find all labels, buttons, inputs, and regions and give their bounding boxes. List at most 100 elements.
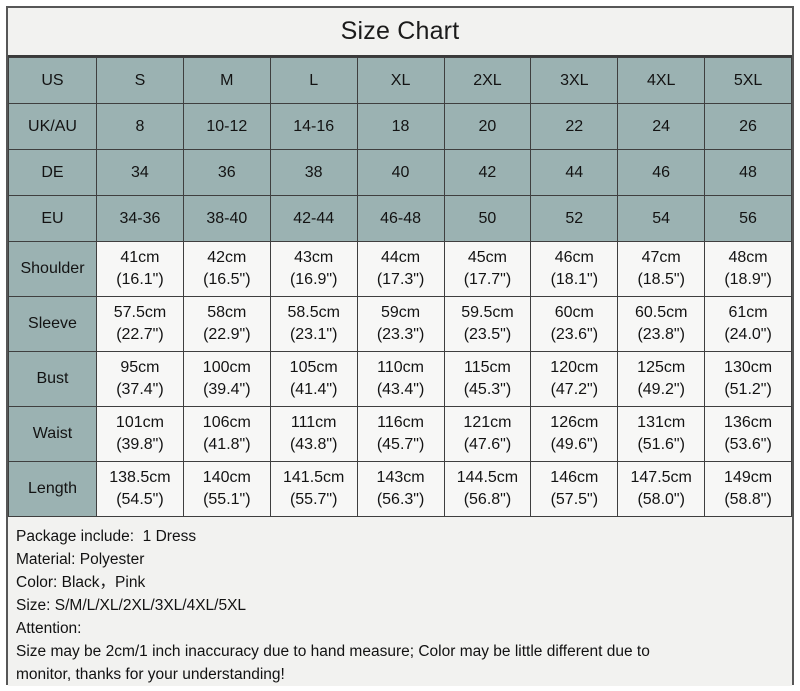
value-cm: 100cm bbox=[202, 359, 251, 377]
value-cm: 136cm bbox=[724, 414, 773, 432]
cell-shoulder-s: 41cm (16.1") bbox=[96, 241, 184, 297]
row-header-sleeve: Sleeve bbox=[8, 296, 97, 352]
value-cm: 120cm bbox=[550, 359, 599, 377]
cell-sleeve-xl: 59cm (23.3") bbox=[356, 296, 445, 352]
size-chart-table: US S M L XL 2XL 3XL 4XL 5XL UK/AU 8 10-1… bbox=[8, 57, 792, 517]
cell-ukau-5xl: 26 bbox=[704, 103, 792, 150]
cell-ukau-2xl: 20 bbox=[443, 103, 532, 150]
value-cm: 147.5cm bbox=[630, 469, 692, 487]
cell-waist-s: 101cm (39.8") bbox=[96, 406, 184, 462]
cell-length-m: 140cm (55.1") bbox=[182, 461, 271, 517]
value-cm: 146cm bbox=[550, 469, 599, 487]
row-header-us: US bbox=[8, 57, 97, 104]
value-inch: (45.7") bbox=[376, 436, 425, 453]
cell-de-xl: 40 bbox=[356, 149, 445, 196]
size-header-m: M bbox=[182, 57, 271, 104]
cell-waist-4xl: 131cm (51.6") bbox=[617, 406, 706, 462]
cell-waist-3xl: 126cm (49.6") bbox=[530, 406, 619, 462]
cell-shoulder-3xl: 46cm (18.1") bbox=[530, 241, 619, 297]
table-row: Length 138.5cm (54.5") 140cm (55.1") 141… bbox=[8, 461, 792, 517]
row-header-eu: EU bbox=[8, 195, 97, 242]
value-cm: 42cm bbox=[207, 249, 247, 267]
value-inch: (23.3") bbox=[376, 326, 425, 343]
row-header-length: Length bbox=[8, 461, 97, 517]
cell-ukau-l: 14-16 bbox=[269, 103, 358, 150]
value-cm: 149cm bbox=[724, 469, 773, 487]
product-notes: Package include: 1 Dress Material: Polye… bbox=[8, 517, 792, 686]
cell-eu-xl: 46-48 bbox=[356, 195, 445, 242]
value-inch: (54.5") bbox=[116, 491, 164, 508]
note-attention-label: Attention: bbox=[16, 620, 82, 637]
page-title: Size Chart bbox=[340, 17, 460, 45]
value-cm: 58.5cm bbox=[287, 304, 340, 322]
value-cm: 59.5cm bbox=[461, 304, 514, 322]
value-inch: (16.1") bbox=[116, 271, 164, 288]
table-row: DE 34 36 38 40 42 44 46 48 bbox=[8, 149, 792, 196]
table-row: UK/AU 8 10-12 14-16 18 20 22 24 26 bbox=[8, 103, 792, 150]
cell-waist-2xl: 121cm (47.6") bbox=[443, 406, 532, 462]
value-inch: (17.3") bbox=[376, 271, 425, 288]
value-cm: 130cm bbox=[724, 359, 773, 377]
value-cm: 60.5cm bbox=[634, 304, 688, 322]
value-inch: (49.2") bbox=[637, 381, 685, 398]
cell-de-l: 38 bbox=[269, 149, 358, 196]
value-cm: 106cm bbox=[202, 414, 251, 432]
size-header-4xl: 4XL bbox=[617, 57, 706, 104]
cell-shoulder-xl: 44cm (17.3") bbox=[356, 241, 445, 297]
value-cm: 46cm bbox=[554, 249, 594, 267]
cell-de-3xl: 44 bbox=[530, 149, 619, 196]
value-inch: (47.2") bbox=[550, 381, 599, 398]
row-header-shoulder: Shoulder bbox=[8, 241, 97, 297]
value-inch: (37.4") bbox=[116, 381, 164, 398]
chart-title-bar: Size Chart bbox=[8, 8, 792, 57]
value-inch: (41.4") bbox=[289, 381, 338, 398]
value-inch: (56.8") bbox=[463, 491, 512, 508]
cell-eu-2xl: 50 bbox=[443, 195, 532, 242]
size-chart-page: Size Chart US S M L XL 2XL 3XL 4XL 5XL U… bbox=[0, 0, 800, 691]
cell-shoulder-2xl: 45cm (17.7") bbox=[443, 241, 532, 297]
value-inch: (17.7") bbox=[463, 271, 512, 288]
cell-ukau-m: 10-12 bbox=[182, 103, 271, 150]
cell-de-2xl: 42 bbox=[443, 149, 532, 196]
note-attention-line1: Size may be 2cm/1 inch inaccuracy due to… bbox=[16, 643, 650, 660]
cell-ukau-s: 8 bbox=[96, 103, 184, 150]
cell-eu-5xl: 56 bbox=[704, 195, 792, 242]
value-cm: 143cm bbox=[376, 469, 425, 487]
cell-sleeve-s: 57.5cm (22.7") bbox=[96, 296, 184, 352]
note-material: Material: Polyester bbox=[16, 551, 145, 568]
cell-length-3xl: 146cm (57.5") bbox=[530, 461, 619, 517]
cell-bust-l: 105cm (41.4") bbox=[269, 351, 358, 407]
cell-sleeve-m: 58cm (22.9") bbox=[182, 296, 271, 352]
cell-de-4xl: 46 bbox=[617, 149, 706, 196]
value-cm: 144.5cm bbox=[456, 469, 519, 487]
cell-eu-4xl: 54 bbox=[617, 195, 706, 242]
cell-eu-3xl: 52 bbox=[530, 195, 619, 242]
value-cm: 115cm bbox=[464, 359, 511, 377]
cell-eu-m: 38-40 bbox=[182, 195, 271, 242]
value-inch: (24.0") bbox=[724, 326, 772, 343]
value-inch: (58.0") bbox=[637, 491, 685, 508]
value-inch: (18.1") bbox=[550, 271, 599, 288]
table-row: EU 34-36 38-40 42-44 46-48 50 52 54 56 bbox=[8, 195, 792, 242]
cell-waist-5xl: 136cm (53.6") bbox=[704, 406, 792, 462]
row-header-waist: Waist bbox=[8, 406, 97, 462]
note-package: Package include: 1 Dress bbox=[16, 528, 197, 545]
table-row: Waist 101cm (39.8") 106cm (41.8") 111cm … bbox=[8, 406, 792, 462]
note-size: Size: S/M/L/XL/2XL/3XL/4XL/5XL bbox=[16, 597, 247, 614]
cell-bust-s: 95cm (37.4") bbox=[96, 351, 184, 407]
value-inch: (49.6") bbox=[550, 436, 599, 453]
value-inch: (45.3") bbox=[463, 381, 512, 398]
value-inch: (55.1") bbox=[203, 491, 251, 508]
value-cm: 60cm bbox=[554, 304, 594, 322]
value-inch: (43.4") bbox=[376, 381, 425, 398]
cell-de-m: 36 bbox=[182, 149, 271, 196]
cell-de-5xl: 48 bbox=[704, 149, 792, 196]
value-inch: (53.6") bbox=[724, 436, 772, 453]
value-inch: (58.8") bbox=[724, 491, 772, 508]
cell-shoulder-5xl: 48cm (18.9") bbox=[704, 241, 792, 297]
value-cm: 41cm bbox=[120, 249, 160, 267]
cell-bust-4xl: 125cm (49.2") bbox=[617, 351, 706, 407]
cell-bust-5xl: 130cm (51.2") bbox=[704, 351, 792, 407]
value-cm: 140cm bbox=[202, 469, 251, 487]
value-inch: (18.5") bbox=[637, 271, 685, 288]
